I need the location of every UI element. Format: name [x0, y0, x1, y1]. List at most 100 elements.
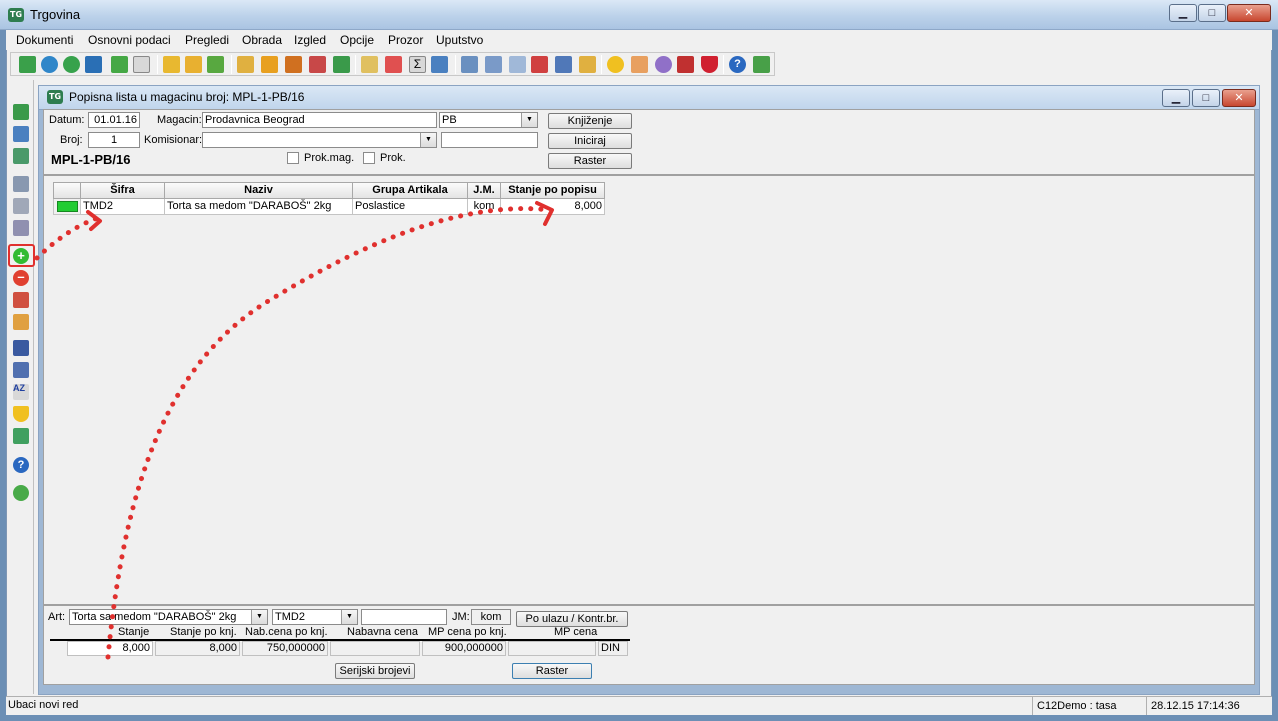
row-marker[interactable] — [53, 199, 81, 215]
komisionar-combo[interactable]: ▼ — [202, 132, 437, 148]
menu-dokumenti[interactable]: Dokumenti — [16, 33, 73, 47]
knjizenje-button[interactable]: Knjiženje — [548, 113, 632, 129]
inner-minimize-button[interactable]: ▁ — [1162, 89, 1190, 107]
column-header-grupa[interactable]: Grupa Artikala — [353, 182, 468, 199]
refresh-icon[interactable] — [63, 56, 80, 73]
filter-icon[interactable] — [13, 406, 29, 422]
delete-doc-icon[interactable] — [385, 56, 402, 73]
inner-maximize-button[interactable]: □ — [1192, 89, 1220, 107]
print-settings-icon[interactable] — [13, 220, 29, 236]
raster-button[interactable]: Raster — [548, 153, 632, 169]
extra-field[interactable] — [361, 609, 447, 625]
menu-prozor[interactable]: Prozor — [388, 33, 423, 47]
next-icon[interactable] — [85, 56, 102, 73]
sum-icon[interactable]: Σ — [409, 56, 426, 73]
help-icon[interactable]: ? — [13, 457, 29, 473]
calculator-icon[interactable] — [677, 56, 694, 73]
print-icon[interactable] — [13, 176, 29, 192]
layout-icon[interactable] — [485, 56, 502, 73]
bottom-raster-button[interactable]: Raster — [512, 663, 592, 679]
list-icon[interactable] — [555, 56, 572, 73]
menu-bar: Dokumenti Osnovni podaci Pregledi Obrada… — [6, 30, 1272, 50]
move-icon[interactable] — [207, 56, 224, 73]
article-combo[interactable]: Torta sa medom "DARABOŠ" 2kg ▼ — [69, 609, 268, 625]
gem-icon[interactable] — [701, 56, 718, 73]
table-cell-grupa[interactable]: Poslastice — [353, 199, 468, 215]
copy-icon[interactable] — [361, 56, 378, 73]
columns-icon[interactable] — [461, 56, 478, 73]
menu-osnovni-podaci[interactable]: Osnovni podaci — [88, 33, 171, 47]
previous-icon[interactable] — [41, 56, 58, 73]
close-button[interactable]: ✕ — [1227, 4, 1271, 22]
maximize-button[interactable]: □ — [1198, 4, 1226, 22]
magacin-field[interactable]: Prodavnica Beograd — [202, 112, 437, 128]
datum-field[interactable]: 01.01.16 — [88, 112, 140, 128]
menu-uputstvo[interactable]: Uputstvo — [436, 33, 483, 47]
find-next-icon[interactable] — [13, 362, 29, 378]
window-title: Trgovina — [30, 7, 81, 22]
chevron-down-icon[interactable]: ▼ — [341, 610, 357, 624]
undo-icon[interactable] — [13, 292, 29, 308]
art-label: Art: — [48, 611, 66, 623]
export-icon[interactable] — [185, 56, 202, 73]
current-row-icon — [57, 201, 78, 212]
po-ulazu-button[interactable]: Po ulazu / Kontr.br. — [516, 611, 628, 627]
sort-icon[interactable]: AZ — [13, 384, 29, 400]
grid-view-icon[interactable] — [13, 126, 29, 142]
menu-pregledi[interactable]: Pregledi — [185, 33, 229, 47]
edit-doc-icon[interactable] — [261, 56, 278, 73]
exit-icon[interactable] — [753, 56, 770, 73]
column-header-jm[interactable]: J.M. — [468, 182, 501, 199]
magacin-code-combo[interactable]: PB ▼ — [439, 112, 538, 128]
document-number: MPL-1-PB/16 — [51, 152, 131, 167]
collapse-icon[interactable] — [13, 428, 29, 444]
menu-obrada[interactable]: Obrada — [242, 33, 282, 47]
edit-icon[interactable] — [13, 314, 29, 330]
stanje-field[interactable]: 8,000 — [67, 641, 153, 656]
table-view-icon[interactable] — [13, 148, 29, 164]
remove-row-icon[interactable]: – — [13, 270, 29, 286]
chevron-down-icon[interactable]: ▼ — [420, 133, 436, 147]
table-cell-jm[interactable]: kom — [468, 199, 501, 215]
tag-icon[interactable] — [631, 56, 648, 73]
menu-opcije[interactable]: Opcije — [340, 33, 374, 47]
prok-mag-checkbox[interactable] — [287, 152, 299, 164]
column-header-sifra[interactable]: Šifra — [81, 182, 165, 199]
gear-icon[interactable] — [655, 56, 672, 73]
find-icon[interactable] — [13, 340, 29, 356]
table-cell-sifra[interactable]: TMD2 — [81, 199, 165, 215]
first-record-icon[interactable] — [19, 56, 36, 73]
import-icon[interactable] — [163, 56, 180, 73]
print-preview-icon[interactable] — [13, 198, 29, 214]
table-cell-stanje[interactable]: 8,000 — [501, 199, 605, 215]
chevron-down-icon[interactable]: ▼ — [521, 113, 537, 127]
mail-icon[interactable] — [237, 56, 254, 73]
folder-icon[interactable] — [579, 56, 596, 73]
go-icon[interactable] — [13, 485, 29, 501]
report-icon[interactable] — [309, 56, 326, 73]
inner-close-button[interactable]: ✕ — [1222, 89, 1256, 107]
column-header-naziv[interactable]: Naziv — [165, 182, 353, 199]
table-icon[interactable] — [431, 56, 448, 73]
close-doc-icon[interactable] — [531, 56, 548, 73]
save-icon[interactable] — [13, 104, 29, 120]
table-cell-naziv[interactable]: Torta sa medom "DARABOŠ" 2kg — [165, 199, 353, 215]
lightbulb-icon[interactable] — [607, 56, 624, 73]
komisionar-extra-field[interactable] — [441, 132, 538, 148]
menu-izgled[interactable]: Izgled — [294, 33, 326, 47]
chart-icon[interactable] — [333, 56, 350, 73]
inner-title-bar: TG Popisna lista u magacinu broj: MPL-1-… — [38, 85, 1260, 109]
windows-icon[interactable] — [509, 56, 526, 73]
document-icon[interactable] — [133, 56, 150, 73]
prok-checkbox[interactable] — [363, 152, 375, 164]
chevron-down-icon[interactable]: ▼ — [251, 610, 267, 624]
help-icon[interactable]: ? — [729, 56, 746, 73]
article-code-combo[interactable]: TMD2 ▼ — [272, 609, 358, 625]
column-header-stanje[interactable]: Stanje po popisu — [501, 182, 605, 199]
settings-doc-icon[interactable] — [285, 56, 302, 73]
iniciraj-button[interactable]: Iniciraj — [548, 133, 632, 149]
last-record-icon[interactable] — [111, 56, 128, 73]
minimize-button[interactable]: ▁ — [1169, 4, 1197, 22]
broj-field[interactable]: 1 — [88, 132, 140, 148]
serijski-brojevi-button[interactable]: Serijski brojevi — [335, 663, 415, 679]
